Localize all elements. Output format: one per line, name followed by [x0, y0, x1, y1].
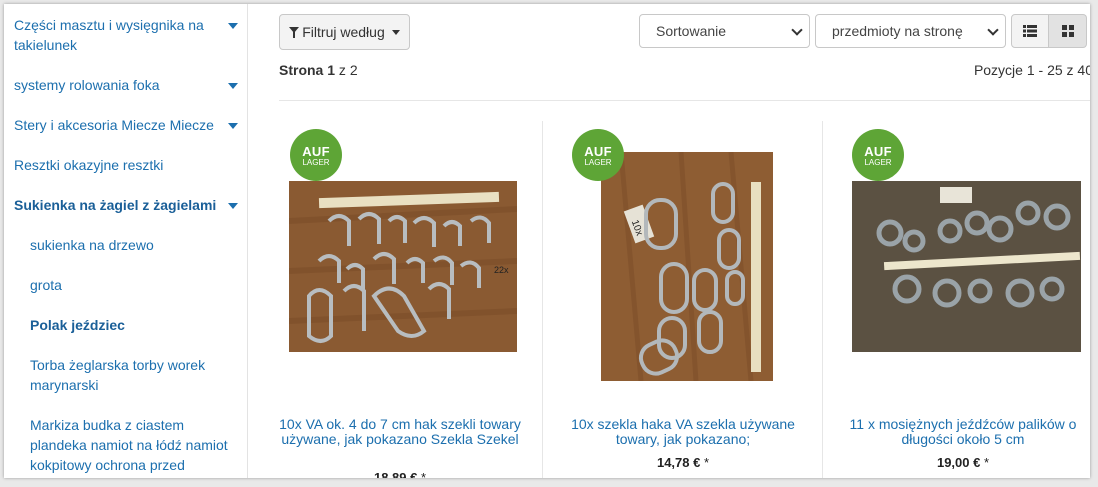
per-page-select-value: przedmioty na stronę: [832, 23, 963, 39]
chevron-down-icon: [987, 24, 999, 36]
sidebar-subitem-sailor-bag[interactable]: Torba żeglarska torby worek marynarski: [30, 355, 236, 395]
chevron-down-icon: [791, 24, 803, 36]
category-sidebar: Części masztu i wysięgnika na takielunek…: [4, 4, 248, 478]
in-stock-badge: AUF LAGER: [572, 129, 624, 181]
product-card[interactable]: AUF LAGER 22x 10x VA ok. 4 do 7 cm hak s…: [260, 121, 540, 478]
page-prefix: Strona: [279, 62, 324, 78]
sidebar-subitem-awning[interactable]: Markiza budka z ciastem plandeka namiot …: [30, 415, 236, 475]
in-stock-badge: AUF LAGER: [290, 129, 342, 181]
sidebar-item-label[interactable]: Stery i akcesoria Miecze Miecze: [14, 117, 214, 133]
product-card[interactable]: AUF LAGER 11 x mosiężnych jeźdźców palik…: [823, 121, 1090, 478]
page-total: 2: [349, 62, 358, 78]
per-page-select[interactable]: przedmioty na stronę: [815, 14, 1006, 48]
chevron-down-icon[interactable]: [228, 123, 238, 129]
grid-icon: [1061, 25, 1074, 37]
sidebar-item-furling[interactable]: systemy rolowania foka: [14, 75, 238, 95]
product-image[interactable]: [852, 181, 1081, 352]
chevron-down-icon[interactable]: [228, 83, 238, 89]
sidebar-item-label[interactable]: systemy rolowania foka: [14, 77, 160, 93]
sidebar-item-sail-cloth[interactable]: Sukienka na żagiel z żagielami: [14, 195, 238, 215]
sort-select-value: Sortowanie: [656, 23, 727, 39]
chevron-down-icon[interactable]: [228, 203, 238, 209]
product-title[interactable]: 10x szekla haka VA szekla używane towary…: [553, 417, 813, 447]
page-current: 1: [327, 62, 336, 78]
product-image[interactable]: 22x: [289, 181, 517, 352]
list-view-button[interactable]: [1011, 14, 1049, 48]
sidebar-item-label[interactable]: sukienka na drzewo: [30, 237, 154, 253]
items-range: Pozycje 1 - 25 z 40: [973, 62, 1090, 78]
sidebar-item-rudders[interactable]: Stery i akcesoria Miecze Miecze: [14, 115, 238, 135]
sidebar-item-label[interactable]: Sukienka na żagiel z żagielami: [14, 197, 216, 213]
sidebar-subitem-tree[interactable]: sukienka na drzewo: [30, 235, 236, 255]
product-title[interactable]: 10x VA ok. 4 do 7 cm hak szekli towary u…: [270, 417, 530, 447]
filter-button-label: Filtruj według: [302, 24, 385, 40]
product-listing: Filtruj według Sortowanie przedmioty na …: [249, 4, 1090, 478]
product-photo: 10x: [601, 152, 773, 381]
sidebar-item-label[interactable]: Polak jeździec: [30, 317, 125, 333]
grid-view-button[interactable]: [1049, 14, 1087, 48]
sidebar-subitem-grota[interactable]: grota: [30, 275, 236, 295]
filter-button[interactable]: Filtruj według: [279, 14, 410, 50]
sidebar-item-remnants[interactable]: Resztki okazyjne resztki: [14, 155, 236, 175]
filter-icon: [289, 27, 300, 38]
product-photo: [852, 181, 1081, 352]
product-title[interactable]: 11 x mosiężnych jeźdźców palików o długo…: [833, 417, 1090, 447]
list-icon: [1023, 25, 1037, 37]
svg-text:22x: 22x: [494, 265, 509, 275]
sidebar-subitem-rider-active[interactable]: Polak jeździec: [30, 315, 236, 335]
sidebar-item-label[interactable]: Resztki okazyjne resztki: [14, 157, 163, 173]
sidebar-item-mast-parts[interactable]: Części masztu i wysięgnika na takielunek: [14, 15, 238, 55]
sidebar-item-label[interactable]: grota: [30, 277, 62, 293]
in-stock-badge: AUF LAGER: [852, 129, 904, 181]
product-price: 19,00 € *: [936, 455, 990, 470]
caret-down-icon: [391, 29, 400, 35]
page-of: z: [338, 62, 346, 78]
pagination-info: Strona 1 z 2: [279, 62, 358, 78]
browser-viewport: Części masztu i wysięgnika na takielunek…: [4, 4, 1090, 478]
product-card[interactable]: AUF LAGER 10x 10x szekla haka VA szekla …: [543, 121, 823, 478]
sidebar-item-label[interactable]: Części masztu i wysięgnika na takielunek: [14, 17, 204, 53]
product-photo: 22x: [289, 181, 517, 352]
divider: [279, 100, 1090, 101]
product-image[interactable]: 10x: [601, 152, 773, 381]
product-price: 18,89 € *: [373, 470, 427, 478]
product-price: 14,78 € *: [656, 455, 710, 470]
sidebar-item-label[interactable]: Markiza budka z ciastem plandeka namiot …: [30, 417, 228, 473]
sidebar-item-label[interactable]: Torba żeglarska torby worek marynarski: [30, 357, 205, 393]
chevron-down-icon[interactable]: [228, 23, 238, 29]
sort-select[interactable]: Sortowanie: [639, 14, 810, 48]
